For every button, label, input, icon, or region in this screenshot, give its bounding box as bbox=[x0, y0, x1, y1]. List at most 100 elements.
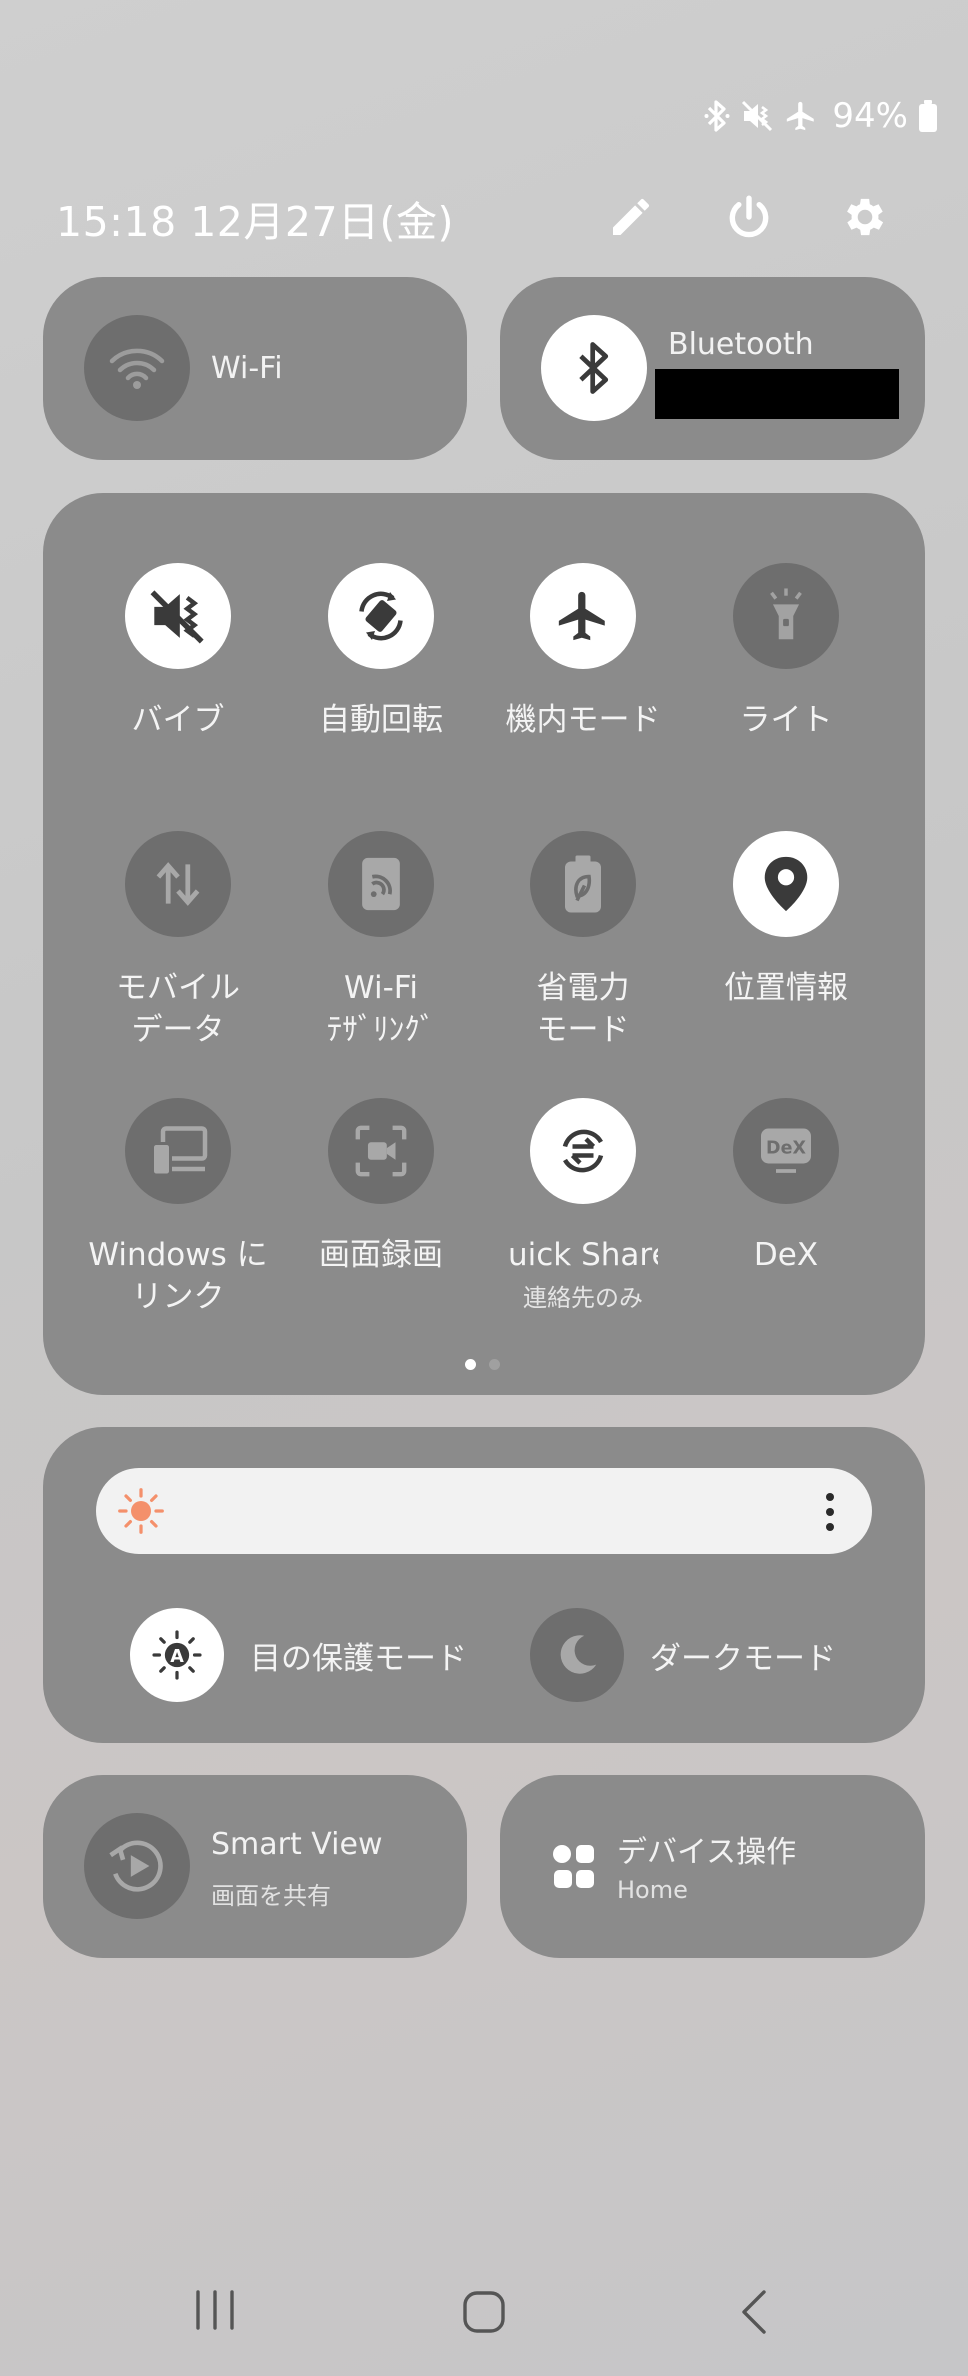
bluetooth-label: Bluetooth bbox=[668, 327, 814, 362]
dex-icon: DeX bbox=[761, 1128, 811, 1173]
battery-icon bbox=[919, 100, 937, 132]
tile-airplane[interactable]: 機内モード bbox=[483, 563, 683, 741]
bluetooth-status-icon bbox=[704, 100, 730, 132]
battery-percent: 94% bbox=[832, 96, 908, 136]
eye-comfort-icon: A bbox=[152, 1630, 202, 1680]
tile-auto-rotate[interactable]: 自動回転 bbox=[281, 563, 481, 741]
power-saving-icon bbox=[565, 855, 601, 913]
power-saving-toggle[interactable] bbox=[530, 831, 636, 937]
tile-label: 省電力 モード bbox=[536, 970, 630, 1048]
screen-record-toggle[interactable] bbox=[328, 1098, 434, 1204]
brightness-more-button[interactable] bbox=[824, 1492, 836, 1536]
tile-location[interactable]: 位置情報 bbox=[686, 831, 886, 1009]
back-button[interactable] bbox=[738, 2288, 770, 2336]
edit-button[interactable] bbox=[596, 182, 666, 252]
tile-screen-record[interactable]: 画面録画 bbox=[281, 1098, 481, 1276]
home-button[interactable] bbox=[462, 2290, 506, 2334]
tile-label: バイブ bbox=[131, 702, 225, 738]
smart-view-toggle[interactable] bbox=[84, 1813, 190, 1919]
device-control-label: デバイス操作 bbox=[617, 1835, 797, 1870]
airplane-status-icon bbox=[787, 101, 815, 131]
svg-text:DeX: DeX bbox=[766, 1139, 806, 1159]
page-indicator-active[interactable] bbox=[465, 1359, 476, 1370]
device-control-icon bbox=[553, 1845, 594, 1888]
tile-label: uick Share bbox=[508, 1237, 658, 1273]
tile-link-to-windows[interactable]: Windows に リンク bbox=[78, 1098, 278, 1318]
status-bar: 94% bbox=[704, 96, 938, 136]
smart-view-label: Smart View bbox=[211, 1827, 383, 1862]
eye-comfort-label: 目の保護モード bbox=[250, 1640, 467, 1677]
tile-label: Wi-Fi ﾃｻﾞﾘﾝｸﾞ bbox=[326, 970, 436, 1048]
pencil-icon bbox=[613, 198, 649, 235]
quick-share-toggle[interactable] bbox=[530, 1098, 636, 1204]
svg-text:A: A bbox=[170, 1647, 184, 1667]
settings-button[interactable] bbox=[830, 182, 900, 252]
wifi-icon bbox=[109, 348, 165, 389]
vibrate-mute-icon bbox=[150, 590, 204, 644]
bluetooth-toggle[interactable] bbox=[541, 315, 647, 421]
tile-label: 画面録画 bbox=[319, 1237, 443, 1273]
power-icon bbox=[729, 195, 769, 238]
mobile-data-toggle[interactable] bbox=[125, 831, 231, 937]
smart-view-sub: 画面を共有 bbox=[211, 1882, 331, 1910]
tile-hotspot[interactable]: Wi-Fi ﾃｻﾞﾘﾝｸﾞ bbox=[281, 831, 481, 1051]
smart-view-tile[interactable]: Smart View 画面を共有 bbox=[43, 1775, 467, 1958]
back-icon bbox=[742, 2290, 766, 2334]
hotspot-toggle[interactable] bbox=[328, 831, 434, 937]
vibrate-toggle[interactable] bbox=[125, 563, 231, 669]
tile-dex[interactable]: DeX DeX bbox=[686, 1098, 886, 1276]
dex-toggle[interactable]: DeX bbox=[733, 1098, 839, 1204]
tile-quick-share[interactable]: uick Share 連絡先のみ bbox=[483, 1098, 683, 1313]
dark-mode-button[interactable] bbox=[530, 1608, 624, 1702]
link-to-windows-toggle[interactable] bbox=[125, 1098, 231, 1204]
power-button[interactable] bbox=[714, 182, 784, 252]
tile-label: ライト bbox=[739, 702, 833, 738]
bluetooth-tile[interactable]: Bluetooth bbox=[500, 277, 925, 460]
wifi-tile[interactable]: Wi-Fi bbox=[43, 277, 467, 460]
tile-sub-label: 連絡先のみ bbox=[523, 1284, 643, 1312]
smart-view-icon bbox=[109, 1840, 163, 1892]
bluetooth-icon bbox=[579, 342, 609, 394]
tile-label: 位置情報 bbox=[724, 970, 848, 1006]
quick-share-icon bbox=[562, 1129, 604, 1173]
page-indicator-inactive[interactable] bbox=[489, 1359, 500, 1370]
tile-label: 機内モード bbox=[505, 702, 661, 738]
eye-comfort-button[interactable]: A bbox=[130, 1608, 224, 1702]
quick-settings-panel: バイブ 自動回転 機内モード ライト モバイル データ Wi-Fi ﾃｻﾞﾘﾝｸ… bbox=[43, 493, 925, 1395]
wifi-toggle[interactable] bbox=[84, 315, 190, 421]
auto-rotate-icon bbox=[359, 591, 403, 641]
recent-apps-button[interactable] bbox=[192, 2288, 238, 2332]
tile-label: モバイル データ bbox=[116, 970, 240, 1048]
clock-date: 15:18 12月27日(金) bbox=[56, 198, 455, 246]
device-control-sub: Home bbox=[617, 1876, 688, 1904]
sun-icon bbox=[118, 1488, 164, 1534]
tile-power-saving[interactable]: 省電力 モード bbox=[483, 831, 683, 1051]
link-to-windows-icon bbox=[151, 1126, 208, 1177]
vibrate-mute-status-icon bbox=[742, 100, 773, 132]
screen-record-icon bbox=[355, 1125, 407, 1177]
tile-label: DeX bbox=[753, 1237, 819, 1273]
auto-rotate-toggle[interactable] bbox=[328, 563, 434, 669]
dark-mode-toggle[interactable]: ダークモード bbox=[530, 1608, 836, 1702]
brightness-slider[interactable] bbox=[96, 1468, 872, 1554]
tile-mobile-data[interactable]: モバイル データ bbox=[78, 831, 278, 1051]
location-icon bbox=[764, 856, 808, 912]
home-icon bbox=[463, 2291, 505, 2333]
device-control-tile[interactable]: デバイス操作 Home bbox=[500, 1775, 925, 1958]
flashlight-icon bbox=[770, 588, 802, 640]
airplane-icon bbox=[558, 591, 605, 641]
flashlight-toggle[interactable] bbox=[733, 563, 839, 669]
recent-apps-icon bbox=[196, 2290, 234, 2330]
tile-vibrate[interactable]: バイブ bbox=[78, 563, 278, 741]
tile-flashlight[interactable]: ライト bbox=[686, 563, 886, 741]
airplane-toggle[interactable] bbox=[530, 563, 636, 669]
more-vertical-icon bbox=[826, 1493, 834, 1531]
redacted-device-name bbox=[655, 369, 899, 419]
dark-mode-label: ダークモード bbox=[650, 1640, 836, 1677]
location-toggle[interactable] bbox=[733, 831, 839, 937]
gear-icon bbox=[847, 198, 884, 236]
mobile-data-icon bbox=[156, 862, 200, 906]
eye-comfort-toggle[interactable]: A 目の保護モード bbox=[130, 1608, 467, 1702]
wifi-label: Wi-Fi bbox=[211, 351, 283, 386]
tile-label: 自動回転 bbox=[319, 702, 443, 738]
